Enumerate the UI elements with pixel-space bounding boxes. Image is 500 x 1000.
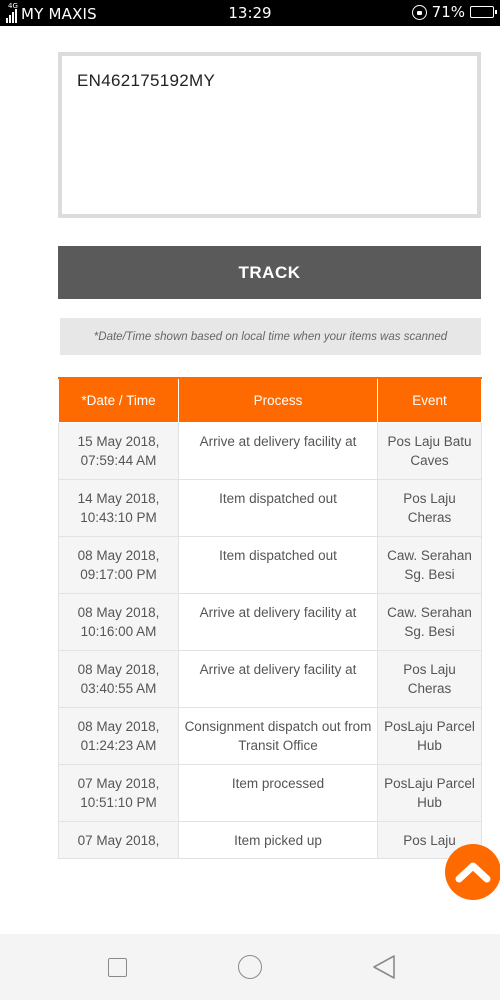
table-row: 08 May 2018, 09:17:00 PM Item dispatched o… xyxy=(58,535,482,594)
cell-process: Arrive at delivery facility at xyxy=(178,649,378,708)
table-row: 14 May 2018, 10:43:10 PM Item dispatched o… xyxy=(58,478,482,537)
cell-date-time: 08 May 2018, 10:16:00 AM xyxy=(58,592,179,651)
cell-date: 08 May 2018, xyxy=(77,661,160,677)
cell-event: Caw. Serahan Sg. Besi xyxy=(377,535,482,594)
table-row: 08 May 2018, 10:16:00 AM Arrive at deliver… xyxy=(58,592,482,651)
cell-date-time: 08 May 2018, 01:24:23 AM xyxy=(58,706,179,765)
table-row: 08 May 2018, 01:24:23 AM Consignment dispa… xyxy=(58,706,482,765)
cell-process: Item dispatched out xyxy=(178,478,378,537)
navigation-bar xyxy=(0,934,500,1000)
tracking-number-value: EN462175192MY xyxy=(77,71,216,90)
cell-time: 09:17:00 PM xyxy=(80,567,157,582)
table-row: 08 May 2018, 03:40:55 AM Arrive at deliver… xyxy=(58,649,482,708)
cell-process: Item picked up xyxy=(178,820,378,859)
table-row: 15 May 2018, 07:59:44 AM Arrive at deliver… xyxy=(58,421,482,480)
table-row: 07 May 2018, 10:51:10 PM Item processed Pos… xyxy=(58,763,482,822)
cell-date-time: 07 May 2018, xyxy=(58,820,179,859)
cell-time: 03:40:55 AM xyxy=(80,681,157,696)
cell-event: Caw. Serahan Sg. Besi xyxy=(377,592,482,651)
table-body: 15 May 2018, 07:59:44 AM Arrive at deliver… xyxy=(58,421,482,859)
header-date-time: *Date / Time xyxy=(58,377,179,423)
cell-process: Item dispatched out xyxy=(178,535,378,594)
tracking-history-table: *Date / Time Process Event 15 May 2018, 0… xyxy=(58,377,482,859)
cell-date: 08 May 2018, xyxy=(77,604,160,620)
status-bar: 4G MY MAXIS 13:29 71% xyxy=(0,0,500,26)
table-row: 07 May 2018, Item picked up Pos Laju xyxy=(58,820,482,859)
cell-event: Pos Laju Cheras xyxy=(377,649,482,708)
scroll-to-top-button[interactable] xyxy=(445,844,500,900)
cell-time: 07:59:44 AM xyxy=(80,453,157,468)
timezone-notice: *Date/Time shown based on local time whe… xyxy=(60,318,481,355)
cell-time: 10:51:10 PM xyxy=(80,795,157,810)
cell-date-time: 07 May 2018, 10:51:10 PM xyxy=(58,763,179,822)
header-process: Process xyxy=(178,377,378,423)
cell-time: 01:24:23 AM xyxy=(80,738,157,753)
cell-date-time: 08 May 2018, 09:17:00 PM xyxy=(58,535,179,594)
cell-event: PosLaju Parcel Hub xyxy=(377,706,482,765)
rotation-lock-icon xyxy=(411,4,427,20)
cell-process: Consignment dispatch out from Transit Of… xyxy=(178,706,378,765)
cell-event: PosLaju Parcel Hub xyxy=(377,763,482,822)
cell-date: 08 May 2018, xyxy=(77,547,160,563)
cell-process: Item processed xyxy=(178,763,378,822)
cell-date-time: 14 May 2018, 10:43:10 PM xyxy=(58,478,179,537)
cell-event: Pos Laju Cheras xyxy=(377,478,482,537)
cell-process: Arrive at delivery facility at xyxy=(178,421,378,480)
cell-date-time: 15 May 2018, 07:59:44 AM xyxy=(58,421,179,480)
home-icon[interactable] xyxy=(238,955,262,979)
cell-date: 08 May 2018, xyxy=(77,718,160,734)
chevron-up-icon xyxy=(455,862,491,883)
battery-percent: 71% xyxy=(431,3,465,21)
back-icon[interactable] xyxy=(370,954,398,980)
tracking-number-input[interactable]: EN462175192MY xyxy=(58,52,481,218)
battery-icon xyxy=(470,6,497,18)
cell-date: 07 May 2018, xyxy=(77,832,160,848)
cell-date: 14 May 2018, xyxy=(77,490,160,506)
header-event: Event xyxy=(377,377,482,423)
cell-date: 15 May 2018, xyxy=(77,433,160,449)
table-header-row: *Date / Time Process Event xyxy=(58,377,482,423)
cell-process: Arrive at delivery facility at xyxy=(178,592,378,651)
recent-apps-icon[interactable] xyxy=(108,958,127,977)
status-right: 71% xyxy=(411,3,497,21)
cell-time: 10:16:00 AM xyxy=(80,624,157,639)
track-button[interactable]: TRACK xyxy=(58,246,481,299)
cell-event: Pos Laju Batu Caves xyxy=(377,421,482,480)
cell-date: 07 May 2018, xyxy=(77,775,160,791)
cell-date-time: 08 May 2018, 03:40:55 AM xyxy=(58,649,179,708)
cell-time: 10:43:10 PM xyxy=(80,510,157,525)
